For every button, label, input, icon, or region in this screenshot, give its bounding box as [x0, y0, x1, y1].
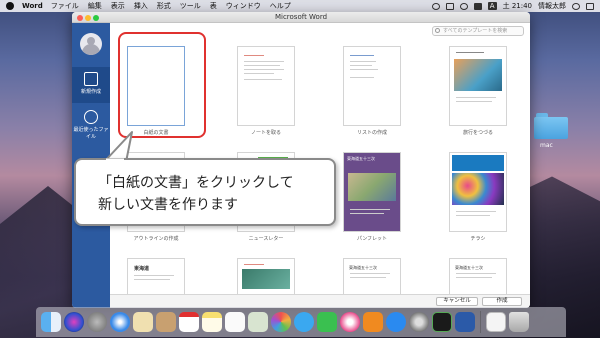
template-name: パンフレット	[356, 236, 388, 242]
facetime-icon[interactable]	[317, 312, 337, 332]
siri-icon[interactable]	[64, 312, 84, 332]
preview-icon[interactable]	[248, 312, 268, 332]
template-thumbnail: 東海道五十三次	[343, 152, 401, 232]
template-flyer[interactable]: チラシ	[442, 152, 514, 242]
template-row3-c[interactable]: 東海道五十三次	[336, 258, 408, 294]
callout-line-1: 「白紙の文書」をクリックして	[98, 175, 294, 191]
search-icon[interactable]	[572, 2, 580, 10]
gallery-footer: キャンセル 作成	[110, 294, 530, 308]
template-thumbnail	[237, 46, 295, 126]
avatar[interactable]	[80, 33, 102, 55]
volume-icon[interactable]	[459, 2, 468, 10]
reminders-icon[interactable]	[225, 312, 245, 332]
template-thumbnail: 東海道五十三次	[449, 258, 507, 294]
system-preferences-icon[interactable]	[409, 312, 429, 332]
battery-icon[interactable]	[445, 2, 454, 10]
menu-table[interactable]: 表	[210, 1, 217, 11]
create-button[interactable]: 作成	[482, 297, 522, 306]
template-thumbnail: 東海道	[127, 258, 185, 294]
sidebar-item-new[interactable]: 新規作成	[72, 67, 110, 103]
menu-window[interactable]: ウィンドウ	[226, 1, 261, 11]
template-travel[interactable]: 旅行をつづる	[442, 46, 514, 136]
calendar-icon[interactable]	[179, 312, 199, 332]
template-name: ノートを取る	[250, 130, 281, 136]
template-name: ニュースレター	[248, 236, 284, 242]
thumb-heading: 東海道五十三次	[455, 265, 483, 270]
template-search-input[interactable]: すべてのテンプレートを検索	[432, 26, 524, 36]
instruction-callout: 「白紙の文書」をクリックして 新しい文書を作ります	[74, 158, 336, 226]
document-icon[interactable]	[486, 312, 506, 332]
display-icon[interactable]	[473, 2, 482, 10]
activity-monitor-icon[interactable]	[432, 312, 452, 332]
template-name: リストの作成	[356, 130, 387, 136]
finder-icon[interactable]	[41, 312, 61, 332]
menu-tools[interactable]: ツール	[180, 1, 201, 11]
mail-icon[interactable]	[133, 312, 153, 332]
template-thumbnail: 東海道五十三次	[343, 258, 401, 294]
menu-format[interactable]: 形式	[157, 1, 171, 11]
sidebar-item-label: 最近使ったファイル	[73, 127, 109, 140]
template-thumbnail	[449, 46, 507, 126]
menubar-user[interactable]: 情報太郎	[538, 1, 566, 11]
window-title: Microsoft Word	[274, 13, 328, 21]
input-source-badge[interactable]: A	[487, 2, 497, 10]
app-menu[interactable]: Word	[22, 2, 43, 10]
sidebar-item-recent[interactable]: 最近使ったファイル	[72, 105, 110, 141]
desktop-folder-label: mac	[540, 142, 553, 149]
desktop-folder-icon[interactable]	[534, 113, 568, 139]
contacts-icon[interactable]	[156, 312, 176, 332]
thumb-heading: 東海道五十三次	[349, 265, 377, 270]
photos-icon[interactable]	[271, 312, 291, 332]
highlight-frame	[118, 32, 206, 138]
template-row3-d[interactable]: 東海道五十三次	[442, 258, 514, 294]
template-list[interactable]: リストの作成	[336, 46, 408, 136]
notification-icon[interactable]	[586, 2, 594, 10]
dock-separator	[480, 311, 481, 333]
app-store-icon[interactable]	[386, 312, 406, 332]
search-icon	[435, 28, 440, 33]
template-thumbnail	[449, 152, 507, 232]
menu-edit[interactable]: 編集	[88, 1, 102, 11]
ibooks-icon[interactable]	[363, 312, 383, 332]
word-icon[interactable]	[455, 312, 475, 332]
notes-icon[interactable]	[202, 312, 222, 332]
itunes-icon[interactable]	[340, 312, 360, 332]
clock-icon	[84, 110, 98, 124]
sidebar-item-label: 新規作成	[80, 89, 101, 95]
wifi-icon[interactable]	[431, 2, 440, 10]
template-name: アウトラインの作成	[133, 236, 179, 242]
messages-icon[interactable]	[294, 312, 314, 332]
new-document-icon	[84, 72, 98, 86]
window-titlebar[interactable]: Microsoft Word	[72, 12, 530, 23]
template-thumbnail	[237, 258, 295, 294]
menu-bar: Word ファイル 編集 表示 挿入 形式 ツール 表 ウィンドウ ヘルプ A …	[0, 0, 600, 12]
thumb-heading: 東海道	[134, 266, 150, 272]
menu-file[interactable]: ファイル	[51, 1, 79, 11]
template-notes[interactable]: ノートを取る	[230, 46, 302, 136]
template-row3-b[interactable]	[230, 258, 302, 294]
pamphlet-title: 東海道五十三次	[347, 156, 375, 161]
launchpad-icon[interactable]	[87, 312, 107, 332]
trash-icon[interactable]	[509, 312, 529, 332]
search-placeholder: すべてのテンプレートを検索	[443, 28, 508, 34]
callout-line-2: 新しい文書を作ります	[98, 197, 238, 213]
apple-menu-icon[interactable]	[6, 2, 14, 10]
template-name: 旅行をつづる	[462, 130, 493, 136]
menu-view[interactable]: 表示	[111, 1, 125, 11]
dock	[36, 307, 566, 337]
template-pamphlet[interactable]: 東海道五十三次 パンフレット	[336, 152, 408, 242]
template-row3-a[interactable]: 東海道	[120, 258, 192, 294]
template-thumbnail	[343, 46, 401, 126]
menu-insert[interactable]: 挿入	[134, 1, 148, 11]
cancel-button[interactable]: キャンセル	[436, 297, 478, 306]
menubar-clock[interactable]: 土 21:40	[503, 1, 532, 11]
template-name: チラシ	[470, 236, 486, 242]
safari-icon[interactable]	[110, 312, 130, 332]
menu-help[interactable]: ヘルプ	[270, 1, 291, 11]
